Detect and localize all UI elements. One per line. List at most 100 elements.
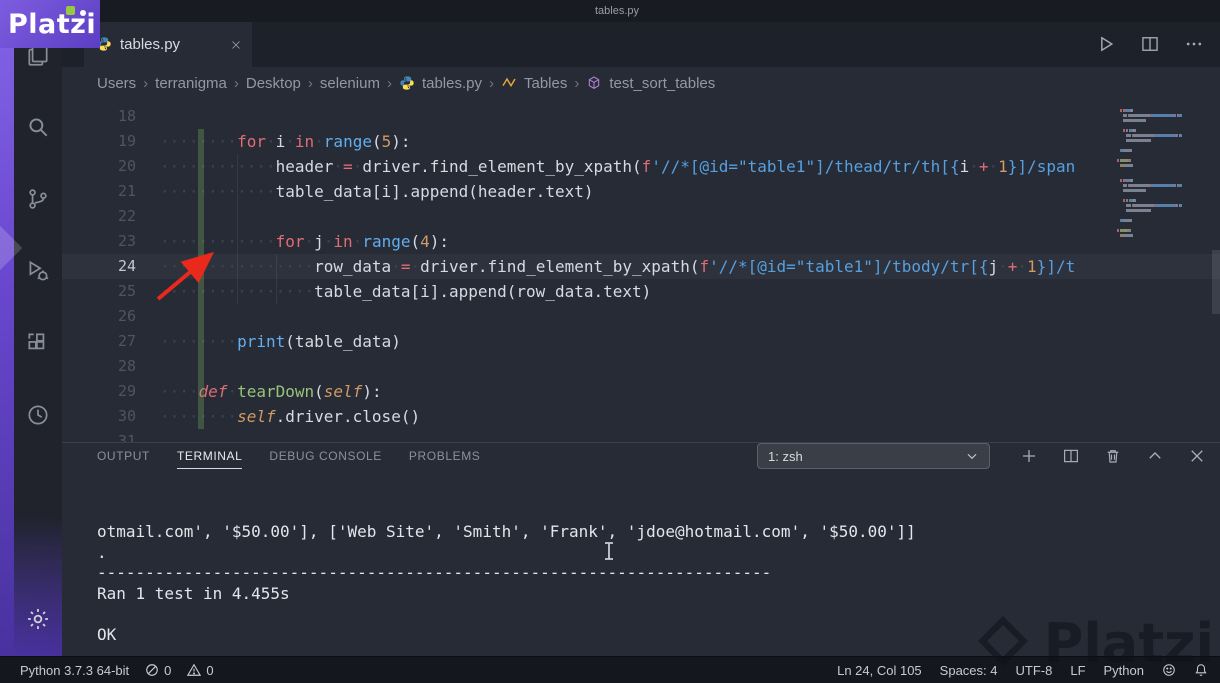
run-debug-icon[interactable] [25, 258, 51, 284]
code-line[interactable]: 25 ················table_data[i].append(r… [62, 279, 1220, 304]
feedback-icon [1162, 663, 1176, 677]
code-line[interactable]: 31 [62, 429, 1220, 442]
minimap-line [1114, 144, 1210, 147]
minimap-line [1114, 174, 1210, 177]
line-number: 25 [117, 281, 136, 300]
minimap-line [1114, 158, 1210, 162]
warning-count[interactable]: 0 [187, 663, 214, 678]
notifications[interactable] [1194, 663, 1208, 677]
screen: tables.py tables.py Users › terranigma › Des… [0, 0, 1220, 683]
code-text: ········self.driver.close() [160, 406, 421, 426]
code-line[interactable]: 28 [62, 354, 1220, 379]
breadcrumb-item[interactable]: terranigma [155, 75, 227, 92]
status-left: Python 3.7.3 64-bit 0 0 [20, 663, 214, 678]
split-editor-button[interactable] [1140, 34, 1160, 54]
breadcrumb-item[interactable]: Users [97, 75, 136, 92]
line-number: 29 [117, 381, 136, 400]
cursor-position[interactable]: Ln 24, Col 105 [837, 663, 922, 678]
line-number: 21 [117, 181, 136, 200]
code-line[interactable]: 27 ········print(table_data) [62, 329, 1220, 354]
code-line[interactable]: 26 [62, 304, 1220, 329]
terminal-output[interactable]: otmail.com', '$50.00'], ['Web Site', 'Sm… [62, 469, 1220, 683]
code-text: ············for·j·in·range(4): [160, 231, 450, 251]
more-actions-button[interactable] [1184, 34, 1204, 54]
panel-tab-terminal[interactable]: TERMINAL [176, 443, 243, 469]
breadcrumb-item[interactable]: tables.py [422, 75, 482, 92]
run-button[interactable] [1096, 34, 1116, 54]
python-interpreter[interactable]: Python 3.7.3 64-bit [20, 663, 129, 678]
indent-guide [237, 153, 238, 304]
breadcrumb-item[interactable]: test_sort_tables [609, 75, 715, 92]
error-count[interactable]: 0 [145, 663, 171, 678]
eol[interactable]: LF [1070, 663, 1085, 678]
code-line[interactable]: 29 ····def·tearDown(self): [62, 379, 1220, 404]
code-text: ····def·tearDown(self): [160, 381, 382, 401]
language-mode[interactable]: Python [1104, 663, 1144, 678]
chevron-down-icon [965, 449, 979, 463]
extensions-icon[interactable] [25, 330, 51, 356]
code-line[interactable]: 23 ············for·j·in·range(4): [62, 229, 1220, 254]
terminal-line: otmail.com', '$50.00'], ['Web Site', 'Sm… [97, 522, 916, 541]
code-line[interactable]: 30 ········self.driver.close() [62, 404, 1220, 429]
code-line[interactable]: 20 ············header·=·driver.find_eleme… [62, 154, 1220, 179]
breadcrumb-item[interactable]: selenium [320, 75, 380, 92]
code-line[interactable]: 21 ············table_data[i].append(heade… [62, 179, 1220, 204]
encoding[interactable]: UTF-8 [1016, 663, 1053, 678]
code-text: ········for·i·in·range(5): [160, 131, 411, 151]
minimap-line [1114, 138, 1210, 142]
new-terminal-button[interactable] [1020, 447, 1038, 465]
feedback[interactable] [1162, 663, 1176, 677]
error-icon [145, 663, 159, 677]
settings-gear-icon[interactable] [25, 606, 51, 632]
minimap-line [1114, 178, 1210, 182]
minimap-line [1114, 108, 1210, 112]
editor-tab[interactable]: tables.py [84, 22, 252, 67]
minimap-line [1114, 214, 1210, 217]
code-line[interactable]: 19 ········for·i·in·range(5): [62, 129, 1220, 154]
clock-icon[interactable] [25, 402, 51, 428]
minimap-line [1114, 128, 1210, 132]
code-line[interactable]: 18 [62, 104, 1220, 129]
breadcrumb-item[interactable]: Desktop [246, 75, 301, 92]
code-text: ················table_data[i].append(row… [160, 281, 652, 301]
panel-tab-debug-console[interactable]: DEBUG CONSOLE [269, 443, 382, 469]
kill-terminal-button[interactable] [1104, 447, 1122, 465]
indentation[interactable]: Spaces: 4 [940, 663, 998, 678]
editor-scrollbar[interactable] [1212, 249, 1220, 314]
line-number: 19 [117, 131, 136, 150]
maximize-panel-button[interactable] [1146, 447, 1164, 465]
code-text: ················row_data·=·driver.find_e… [160, 256, 1076, 276]
breadcrumb-item[interactable]: Tables [524, 75, 567, 92]
logo-white-dot [80, 10, 86, 16]
panel-actions: 1: zsh [757, 443, 1206, 469]
minimap-line [1114, 224, 1210, 227]
search-icon[interactable] [25, 114, 51, 140]
terminal-shell-select[interactable]: 1: zsh [757, 443, 990, 469]
close-panel-button[interactable] [1188, 447, 1206, 465]
minimap[interactable] [1114, 104, 1210, 244]
breadcrumb-separator: › [143, 74, 149, 92]
code-line[interactable]: 22 [62, 204, 1220, 229]
warning-icon [187, 663, 202, 677]
terminal-line: ----------------------------------------… [97, 563, 772, 582]
minimap-line [1114, 228, 1210, 232]
code-editor[interactable]: 18 19 ········for·i·in·range(5): 20 ········… [62, 99, 1220, 442]
source-control-icon[interactable] [25, 186, 51, 212]
line-number: 24 [117, 256, 136, 275]
breadcrumb-separator: › [386, 74, 392, 92]
minimap-line [1114, 118, 1210, 122]
main-row: tables.py Users › terranigma › Desktop › selen… [14, 22, 1220, 683]
panel-tab-problems[interactable]: PROBLEMS [409, 443, 481, 469]
tab-close-icon[interactable] [230, 38, 242, 50]
split-terminal-button[interactable] [1062, 447, 1080, 465]
minimap-line [1114, 133, 1210, 137]
line-number: 18 [117, 106, 136, 125]
panel-tab-output[interactable]: OUTPUT [97, 443, 150, 469]
code-line[interactable]: 24 ················row_data·=·driver.find… [62, 253, 1220, 279]
breadcrumb-separator: › [307, 74, 313, 92]
platzi-logo: Platzi [0, 0, 100, 48]
minimap-line [1114, 113, 1210, 117]
